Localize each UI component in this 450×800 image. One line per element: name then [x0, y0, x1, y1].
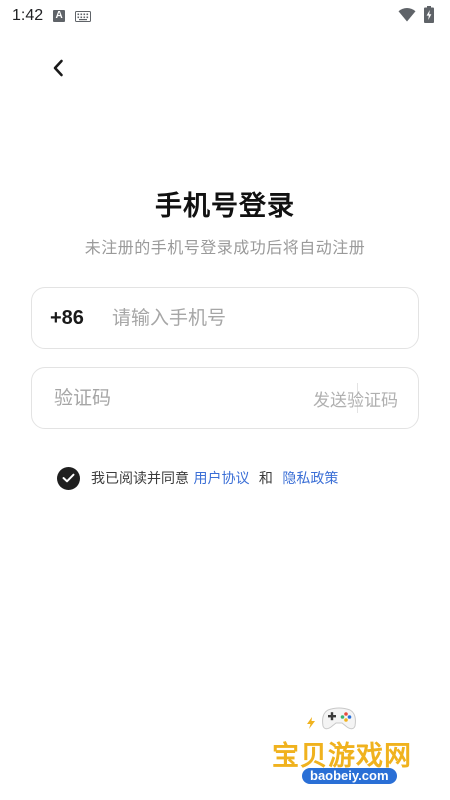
- phone-input[interactable]: [112, 288, 418, 348]
- chevron-left-icon: [52, 59, 64, 81]
- user-agreement-link[interactable]: 用户协议: [193, 471, 249, 487]
- agreement-and: 和: [258, 471, 273, 487]
- gamepad-icon: [320, 704, 358, 736]
- status-time: 1:42: [12, 7, 44, 24]
- agreement-checkbox[interactable]: [57, 466, 80, 490]
- agreement-text: 我已阅读并同意 用户协议 和 隐私政策: [91, 468, 338, 488]
- agreement-prefix: 我已阅读并同意: [91, 471, 189, 487]
- verification-code-container: 发送验证码: [31, 367, 419, 429]
- lightning-icon: [306, 714, 316, 733]
- page-subtitle: 未注册的手机号登录成功后将自动注册: [84, 238, 366, 257]
- checkmark-icon: [62, 473, 75, 483]
- agreement-row: 我已阅读并同意 用户协议 和 隐私政策: [57, 466, 338, 490]
- status-bar-right: [398, 5, 434, 27]
- status-bar: 1:42 A: [0, 0, 450, 32]
- phone-input-container: +86: [31, 287, 419, 349]
- wifi-icon: [398, 7, 416, 26]
- watermark-url: baobeiy.com: [302, 768, 397, 784]
- a-notification-icon: A: [53, 10, 66, 22]
- send-code-button[interactable]: 发送验证码: [313, 368, 398, 428]
- keyboard-icon: [75, 7, 92, 26]
- back-button[interactable]: [42, 54, 74, 86]
- page-title: 手机号登录: [155, 191, 295, 222]
- battery-charging-icon: [424, 5, 434, 27]
- watermark: 宝贝游戏网 baobeiy.com: [262, 700, 442, 800]
- verification-code-input[interactable]: [54, 368, 357, 428]
- privacy-policy-link[interactable]: 隐私政策: [282, 471, 338, 487]
- status-bar-left: 1:42 A: [12, 7, 92, 26]
- country-code-selector[interactable]: +86: [50, 307, 110, 330]
